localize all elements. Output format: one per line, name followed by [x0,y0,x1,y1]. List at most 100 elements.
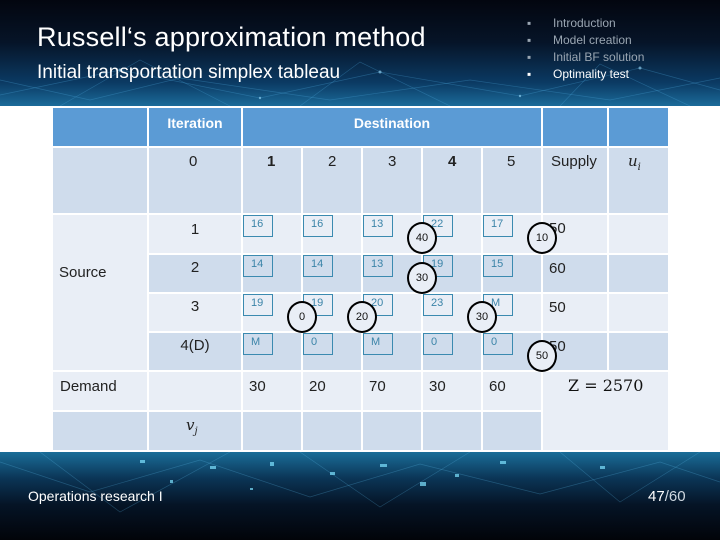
page-total: 60 [668,488,686,505]
vj-label-cell: vj [149,412,241,450]
source-row-label-cell: 4(D) [149,333,241,370]
ui-header-cell: ui [609,148,668,213]
agenda-nav: ▪ Introduction ▪ Model creation ▪ Initial B… [527,15,644,83]
vj-cell [483,412,541,450]
cost-box: 17 [483,215,513,237]
vj-blank-cell [53,412,147,450]
demand-blank-cell [149,372,241,410]
supply-header: Supply [551,153,597,170]
source-row-label: 1 [190,221,200,238]
agenda-item-label: Optimality test [553,67,630,81]
cost-box: 13 [363,215,393,237]
ui-subscript: i [637,162,641,173]
demand-cell: 30 [423,372,481,410]
tableau-cell: 16 [243,215,301,253]
header-iteration-cell: Iteration [149,108,241,146]
supply-value: 60 [549,260,566,277]
header-blank-cell [53,108,147,146]
subheader-blank-cell [53,148,147,213]
destination-label: 1 [267,153,276,170]
demand-label: Demand [60,378,117,395]
demand-value: 70 [369,378,386,395]
bullet-icon: ▪ [527,33,532,47]
destination-label: 3 [388,153,397,170]
demand-value: 30 [249,378,266,395]
cost-box: 14 [303,255,333,277]
agenda-item-label: Initial BF solution [553,50,645,64]
iteration-header: Iteration [167,115,223,131]
ui-cell [609,333,668,370]
allocation-circle: 40 [407,222,437,254]
header-destination-cell: Destination [243,108,541,146]
ui-cell [609,255,668,292]
vj-cell [243,412,301,450]
allocation-circle: 20 [347,301,377,333]
allocation-circle: 30 [407,262,437,294]
source-row-label: 4(D) [180,337,210,354]
demand-value: 20 [309,378,326,395]
demand-cell: 30 [243,372,301,410]
ui-cell [609,294,668,331]
agenda-item-label: Model creation [553,33,632,47]
bullet-icon: ▪ [527,16,532,30]
vj-cell [363,412,421,450]
objective-value: Z = 2570 [568,376,644,395]
agenda-item-initial-bf-solution[interactable]: ▪ Initial BF solution [527,49,644,66]
source-row-label-cell: 3 [149,294,241,331]
cost-box: 16 [303,215,333,237]
cost-box: 0 [483,333,513,355]
cost-box: 0 [303,333,333,355]
page-number: 47/60 [648,488,686,505]
source-row-label: 3 [190,298,200,315]
bullet-icon: ▪ [527,50,532,64]
destination-cell-5: 5 [483,148,541,213]
supply-cell: 60 [543,255,607,292]
cost-box: 19 [243,294,273,316]
demand-value: 30 [429,378,446,395]
slide-subtitle: Initial transportation simplex tableau [37,62,341,83]
source-row-label-cell: 1 [149,215,241,253]
ui-cell [609,215,668,253]
source-label: Source [59,264,107,281]
allocation-circle: 10 [527,222,557,254]
demand-label-cell: Demand [53,372,147,410]
cost-box: 23 [423,294,453,316]
destination-cell-2: 2 [303,148,361,213]
cost-box: 15 [483,255,513,277]
demand-cell: 70 [363,372,421,410]
destination-cell-4: 4 [423,148,481,213]
allocation-circle: 0 [287,301,317,333]
supply-header-cell: Supply [543,148,607,213]
source-row-label-cell: 2 [149,255,241,292]
allocation-circle: 30 [467,301,497,333]
agenda-item-introduction[interactable]: ▪ Introduction [527,15,644,32]
cost-box: 13 [363,255,393,277]
source-label-cell: Source [53,215,147,370]
header-ui-blank-cell [609,108,668,146]
demand-cell: 60 [483,372,541,410]
agenda-item-optimality-test[interactable]: ▪ Optimality test [527,66,644,83]
agenda-item-model-creation[interactable]: ▪ Model creation [527,32,644,49]
tableau-cell: 14 [243,255,301,292]
destination-label: 5 [507,153,516,170]
vj-label: vj [186,416,198,437]
tableau-cell: M [363,333,421,370]
destination-header: Destination [353,115,431,131]
cost-box: M [243,333,273,355]
source-row-label: 2 [190,259,200,276]
destination-cell-3: 3 [363,148,421,213]
tableau-cell: 16 [303,215,361,253]
cost-box: 14 [243,255,273,277]
page-current: 47 [648,488,665,505]
destination-label: 4 [448,153,457,170]
vj-subscript: j [194,426,198,437]
tableau-cell: 0 [303,333,361,370]
demand-cell: 20 [303,372,361,410]
tableau-cell: 0 [423,333,481,370]
header-supply-blank-cell [543,108,607,146]
cost-box: M [363,333,393,355]
allocation-circle: 50 [527,340,557,372]
tableau-cell: M [243,333,301,370]
demand-value: 60 [489,378,506,395]
vj-cell [303,412,361,450]
